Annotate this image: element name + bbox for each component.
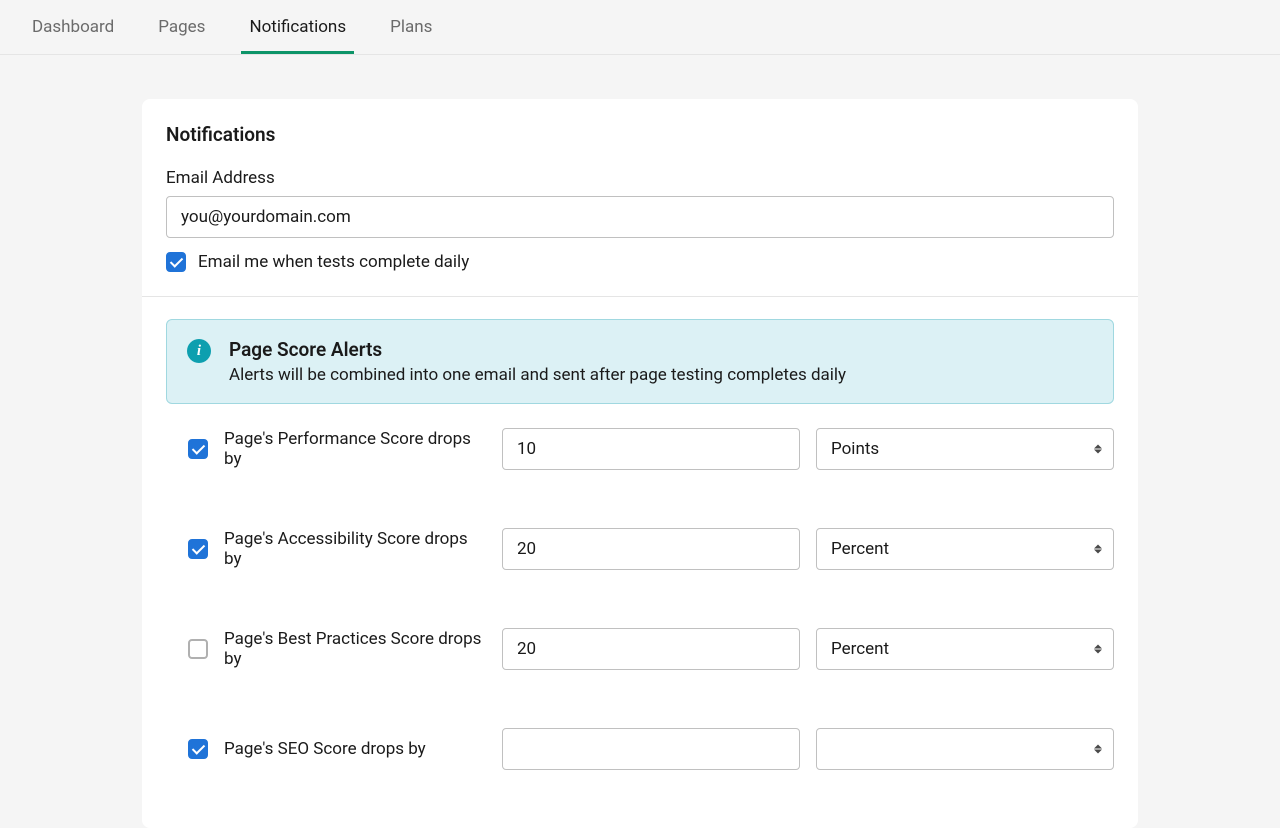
alert-label-seo: Page's SEO Score drops by xyxy=(224,739,486,759)
top-nav: Dashboard Pages Notifications Plans xyxy=(0,0,1280,55)
alert-checkbox-seo[interactable] xyxy=(188,739,208,759)
daily-email-row: Email me when tests complete daily xyxy=(166,252,1114,272)
daily-email-label: Email me when tests complete daily xyxy=(198,252,469,272)
alert-unit-best-practices[interactable]: Percent xyxy=(816,628,1114,670)
alert-checkbox-best-practices[interactable] xyxy=(188,639,208,659)
notifications-title: Notifications xyxy=(166,123,1114,146)
page-score-alerts-section: i Page Score Alerts Alerts will be combi… xyxy=(142,297,1138,404)
nav-item-notifications[interactable]: Notifications xyxy=(245,1,350,53)
email-label: Email Address xyxy=(166,168,1114,188)
alert-value-seo[interactable] xyxy=(502,728,800,770)
alert-row-best-practices: Page's Best Practices Score drops by Per… xyxy=(166,628,1114,670)
alert-row-accessibility: Page's Accessibility Score drops by Perc… xyxy=(166,528,1114,570)
alert-checkbox-performance[interactable] xyxy=(188,439,208,459)
alert-value-performance[interactable] xyxy=(502,428,800,470)
alert-label-best-practices: Page's Best Practices Score drops by xyxy=(224,629,486,669)
nav-item-plans[interactable]: Plans xyxy=(386,1,436,53)
info-icon: i xyxy=(187,339,211,363)
alert-unit-accessibility[interactable]: Percent xyxy=(816,528,1114,570)
alert-value-accessibility[interactable] xyxy=(502,528,800,570)
notifications-section: Notifications Email Address Email me whe… xyxy=(142,99,1138,297)
alert-label-accessibility: Page's Accessibility Score drops by xyxy=(224,529,486,569)
alert-checkbox-accessibility[interactable] xyxy=(188,539,208,559)
page-score-alerts-info: i Page Score Alerts Alerts will be combi… xyxy=(166,319,1114,404)
page-score-alerts-title: Page Score Alerts xyxy=(229,338,1093,361)
daily-email-checkbox[interactable] xyxy=(166,252,186,272)
nav-item-pages[interactable]: Pages xyxy=(154,1,209,53)
alert-label-performance: Page's Performance Score drops by xyxy=(224,429,486,469)
alert-unit-seo[interactable] xyxy=(816,728,1114,770)
nav-item-dashboard[interactable]: Dashboard xyxy=(28,1,118,53)
alert-value-best-practices[interactable] xyxy=(502,628,800,670)
email-field[interactable] xyxy=(166,196,1114,238)
alert-row-seo: Page's SEO Score drops by xyxy=(166,728,1114,770)
alert-row-performance: Page's Performance Score drops by Points xyxy=(166,428,1114,470)
alert-unit-performance[interactable]: Points xyxy=(816,428,1114,470)
notifications-card: Notifications Email Address Email me whe… xyxy=(142,99,1138,828)
alerts-list: Page's Performance Score drops by Points… xyxy=(142,404,1138,770)
page-score-alerts-description: Alerts will be combined into one email a… xyxy=(229,365,1093,385)
